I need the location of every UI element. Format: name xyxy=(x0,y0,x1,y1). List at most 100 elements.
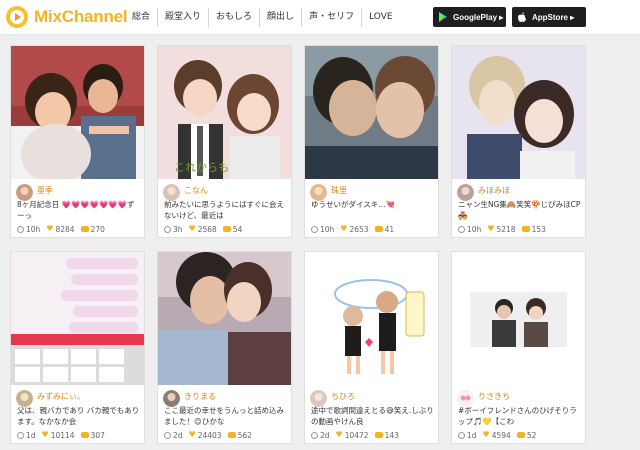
video-description: ここ最近の幸せをうんっと詰め込みました！😊ひかな xyxy=(164,406,284,426)
like-count: 5218 xyxy=(496,224,516,234)
nav-voice[interactable]: 声・セリフ xyxy=(301,8,361,27)
clock-icon xyxy=(164,225,171,233)
comment-count: 54 xyxy=(232,224,243,234)
video-stats: 3h ♥ 2568 54 xyxy=(164,224,290,234)
video-description: ゆうせいがダイスキ…💘 xyxy=(311,200,396,209)
video-stats: 1d ♥ 10114 307 xyxy=(17,430,143,440)
clock-icon xyxy=(164,431,171,439)
site-logo[interactable]: MixChannel xyxy=(6,5,128,29)
clock-icon xyxy=(458,225,465,233)
video-thumbnail[interactable] xyxy=(452,46,585,179)
video-thumbnail[interactable]: これからも xyxy=(158,46,291,179)
video-description: 8ヶ月記念日 💗💗💗💗💗💗💗ずーっ xyxy=(17,200,135,220)
posted-time: 2d xyxy=(173,430,183,440)
username[interactable]: きりまる xyxy=(184,391,216,402)
clock-icon xyxy=(458,431,465,439)
nav-hall-of-fame[interactable]: 殿堂入り xyxy=(157,8,208,27)
top-header: MixChannel 総合 殿堂入り おもしろ 顔出し 声・セリフ LOVE G… xyxy=(0,0,640,35)
nav-love[interactable]: LOVE xyxy=(361,8,399,27)
comment-count: 153 xyxy=(531,224,546,234)
apple-icon xyxy=(518,12,526,22)
username[interactable]: 珠里 xyxy=(331,185,347,196)
like-count: 10114 xyxy=(50,430,75,440)
video-thumbnail[interactable] xyxy=(452,252,585,385)
video-description: 途中で歌詞間違えとる😅笑え.しぶりの動画やけん良 xyxy=(311,406,434,426)
heart-icon: ♥ xyxy=(188,430,196,439)
like-count: 24403 xyxy=(197,430,222,440)
video-stats: 2d ♥ 24403 562 xyxy=(164,430,290,440)
logo-play-icon xyxy=(6,6,28,28)
clock-icon xyxy=(311,431,318,439)
video-stats: 2d ♥ 10472 143 xyxy=(311,430,437,440)
nav-face[interactable]: 顔出し xyxy=(259,8,301,27)
video-thumbnail[interactable] xyxy=(11,46,144,179)
comment-icon xyxy=(374,226,383,232)
comment-count: 270 xyxy=(90,224,105,234)
video-stats: 10h ♥ 5218 153 xyxy=(458,224,584,234)
video-thumbnail[interactable] xyxy=(158,252,291,385)
heart-icon: ♥ xyxy=(482,430,490,439)
posted-time: 10h xyxy=(467,224,482,234)
posted-time: 3h xyxy=(173,224,183,234)
comment-icon xyxy=(521,226,530,232)
comment-count: 52 xyxy=(526,430,537,440)
posted-time: 10h xyxy=(320,224,335,234)
video-card[interactable]: 亜季 8ヶ月記念日 💗💗💗💗💗💗💗ずーっ 10h ♥ 8284 270 xyxy=(10,45,145,238)
like-count: 8284 xyxy=(55,224,75,234)
comment-icon xyxy=(222,226,231,232)
comment-icon xyxy=(227,432,236,438)
posted-time: 1d xyxy=(26,430,36,440)
clock-icon xyxy=(17,431,24,439)
video-card[interactable]: りさきち #ボーイフレンドさんのひげそりラップ🎵💛【こわ 1d ♥ 4594 5… xyxy=(451,251,586,444)
video-description: 父は、親バカであり バカ親でもあります。なかなか会 xyxy=(17,406,140,426)
like-count: 4594 xyxy=(491,430,511,440)
google-play-button[interactable]: GooglePlay ▸ xyxy=(433,7,506,27)
heart-icon: ♥ xyxy=(335,430,343,439)
posted-time: 10h xyxy=(26,224,41,234)
logo-text: MixChannel xyxy=(34,7,128,26)
video-stats: 1d ♥ 4594 52 xyxy=(458,430,584,440)
username[interactable]: みずみにぃ。 xyxy=(37,391,85,402)
nav-funny[interactable]: おもしろ xyxy=(208,8,259,27)
clock-icon xyxy=(17,225,24,233)
clock-icon xyxy=(311,225,318,233)
video-thumbnail[interactable] xyxy=(11,252,144,385)
nav-overall[interactable]: 総合 xyxy=(128,8,157,27)
video-card[interactable]: ちひろ 途中で歌詞間違えとる😅笑え.しぶりの動画やけん良 2d ♥ 10472 … xyxy=(304,251,439,444)
username[interactable]: りさきち xyxy=(478,391,510,402)
video-description: ニャン生NG集🙈笑笑🍄じぴみほCP💑 xyxy=(458,200,581,220)
video-card[interactable]: 珠里 ゆうせいがダイスキ…💘 10h ♥ 2653 41 xyxy=(304,45,439,238)
svg-text:これからも: これからも xyxy=(174,161,229,174)
like-count: 2653 xyxy=(349,224,369,234)
comment-icon xyxy=(80,432,89,438)
video-stats: 10h ♥ 8284 270 xyxy=(17,224,143,234)
heart-icon: ♥ xyxy=(487,224,495,233)
category-nav: 総合 殿堂入り おもしろ 顔出し 声・セリフ LOVE xyxy=(128,8,400,27)
comment-icon xyxy=(80,226,89,232)
username[interactable]: 亜季 xyxy=(37,185,53,196)
comment-icon xyxy=(374,432,383,438)
video-card[interactable]: これからも こなん 前みたいに思うようにはすぐに会えないけど、最近は 3h ♥ … xyxy=(157,45,292,238)
username[interactable]: みほみほ xyxy=(478,185,510,196)
app-store-label: AppStore ▸ xyxy=(532,12,575,22)
username[interactable]: ちひろ xyxy=(331,391,355,402)
comment-count: 562 xyxy=(237,430,252,440)
video-card[interactable]: きりまる ここ最近の幸せをうんっと詰め込みました！😊ひかな 2d ♥ 24403… xyxy=(157,251,292,444)
heart-icon: ♥ xyxy=(340,224,348,233)
comment-count: 143 xyxy=(384,430,399,440)
comment-count: 307 xyxy=(90,430,105,440)
video-card[interactable]: みずみにぃ。 父は、親バカであり バカ親でもあります。なかなか会 1d ♥ 10… xyxy=(10,251,145,444)
like-count: 10472 xyxy=(344,430,369,440)
video-card[interactable]: みほみほ ニャン生NG集🙈笑笑🍄じぴみほCP💑 10h ♥ 5218 153 xyxy=(451,45,586,238)
posted-time: 1d xyxy=(467,430,477,440)
app-store-button[interactable]: AppStore ▸ xyxy=(512,7,586,27)
video-description: 前みたいに思うようにはすぐに会えないけど、最近は xyxy=(164,200,284,220)
heart-icon: ♥ xyxy=(41,430,49,439)
google-play-icon xyxy=(439,12,447,22)
comment-count: 41 xyxy=(384,224,395,234)
username[interactable]: こなん xyxy=(184,185,208,196)
video-thumbnail[interactable] xyxy=(305,252,438,385)
video-stats: 10h ♥ 2653 41 xyxy=(311,224,437,234)
video-thumbnail[interactable] xyxy=(305,46,438,179)
posted-time: 2d xyxy=(320,430,330,440)
